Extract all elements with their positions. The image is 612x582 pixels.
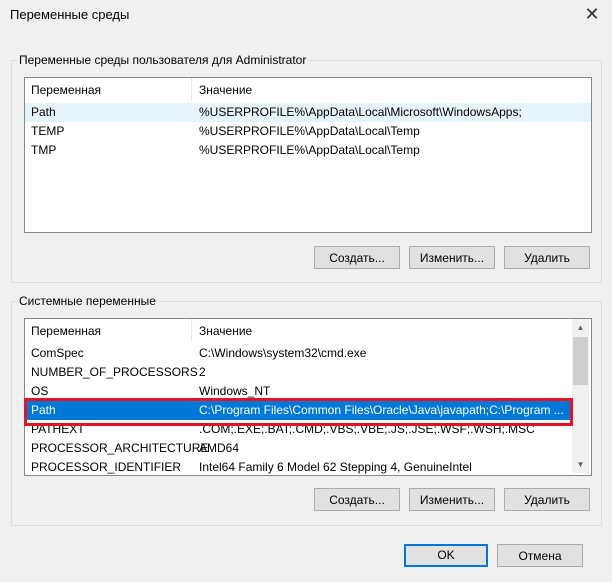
column-header-variable[interactable]: Переменная	[31, 83, 101, 97]
table-row[interactable]: NUMBER_OF_PROCESSORS 2	[25, 363, 591, 382]
variable-name: PROCESSOR_ARCHITECTURE	[31, 441, 209, 455]
variable-value: %USERPROFILE%\AppData\Local\Temp	[199, 143, 420, 157]
variable-name: PROCESSOR_IDENTIFIER	[31, 460, 182, 474]
table-row[interactable]: PROCESSOR_IDENTIFIER Intel64 Family 6 Mo…	[25, 458, 591, 475]
variable-value: C:\Windows\system32\cmd.exe	[199, 346, 367, 360]
variable-name: TMP	[31, 143, 57, 157]
window-title: Переменные среды	[10, 7, 130, 22]
system-edit-button[interactable]: Изменить...	[409, 488, 495, 511]
system-delete-button[interactable]: Удалить	[504, 488, 590, 511]
table-row[interactable]: ComSpec C:\Windows\system32\cmd.exe	[25, 344, 591, 363]
user-create-button[interactable]: Создать...	[314, 246, 400, 269]
variable-value: AMD64	[199, 441, 240, 455]
variable-name: ComSpec	[31, 346, 84, 360]
highlight-box	[24, 398, 573, 426]
ok-button[interactable]: OK	[404, 544, 488, 567]
list-header: Переменная Значение	[25, 78, 591, 100]
user-edit-button[interactable]: Изменить...	[409, 246, 495, 269]
column-header-value[interactable]: Значение	[199, 324, 252, 338]
variable-name: NUMBER_OF_PROCESSORS	[31, 365, 198, 379]
scroll-down-icon[interactable]: ▼	[572, 456, 589, 473]
variable-name: TEMP	[31, 124, 65, 138]
table-row[interactable]: Path %USERPROFILE%\AppData\Local\Microso…	[25, 103, 591, 122]
variable-value: %USERPROFILE%\AppData\Local\Temp	[199, 124, 420, 138]
scrollbar-thumb[interactable]	[573, 337, 588, 385]
variable-value: Intel64 Family 6 Model 62 Stepping 4, Ge…	[199, 460, 472, 474]
system-create-button[interactable]: Создать...	[314, 488, 400, 511]
table-row[interactable]: TEMP %USERPROFILE%\AppData\Local\Temp	[25, 122, 591, 141]
column-header-variable[interactable]: Переменная	[31, 324, 101, 338]
table-row[interactable]: TMP %USERPROFILE%\AppData\Local\Temp	[25, 141, 591, 160]
column-header-value[interactable]: Значение	[199, 83, 252, 97]
system-variables-list[interactable]: Переменная Значение ComSpec C:\Windows\s…	[24, 318, 592, 476]
scroll-up-icon[interactable]: ▲	[572, 319, 589, 336]
user-variables-group-label: Переменные среды пользователя для Admini…	[16, 53, 310, 67]
user-variables-list[interactable]: Переменная Значение Path %USERPROFILE%\A…	[24, 77, 592, 233]
cancel-button[interactable]: Отмена	[497, 544, 583, 567]
close-icon[interactable]: ✕	[580, 3, 604, 27]
variable-name: Path	[31, 105, 56, 119]
list-header: Переменная Значение	[25, 319, 591, 341]
variable-value: %USERPROFILE%\AppData\Local\Microsoft\Wi…	[199, 105, 522, 119]
table-row[interactable]: PROCESSOR_ARCHITECTURE AMD64	[25, 439, 591, 458]
user-delete-button[interactable]: Удалить	[504, 246, 590, 269]
variable-value: 2	[199, 365, 206, 379]
vertical-scrollbar[interactable]: ▲ ▼	[572, 319, 589, 473]
system-variables-group-label: Системные переменные	[16, 294, 159, 308]
